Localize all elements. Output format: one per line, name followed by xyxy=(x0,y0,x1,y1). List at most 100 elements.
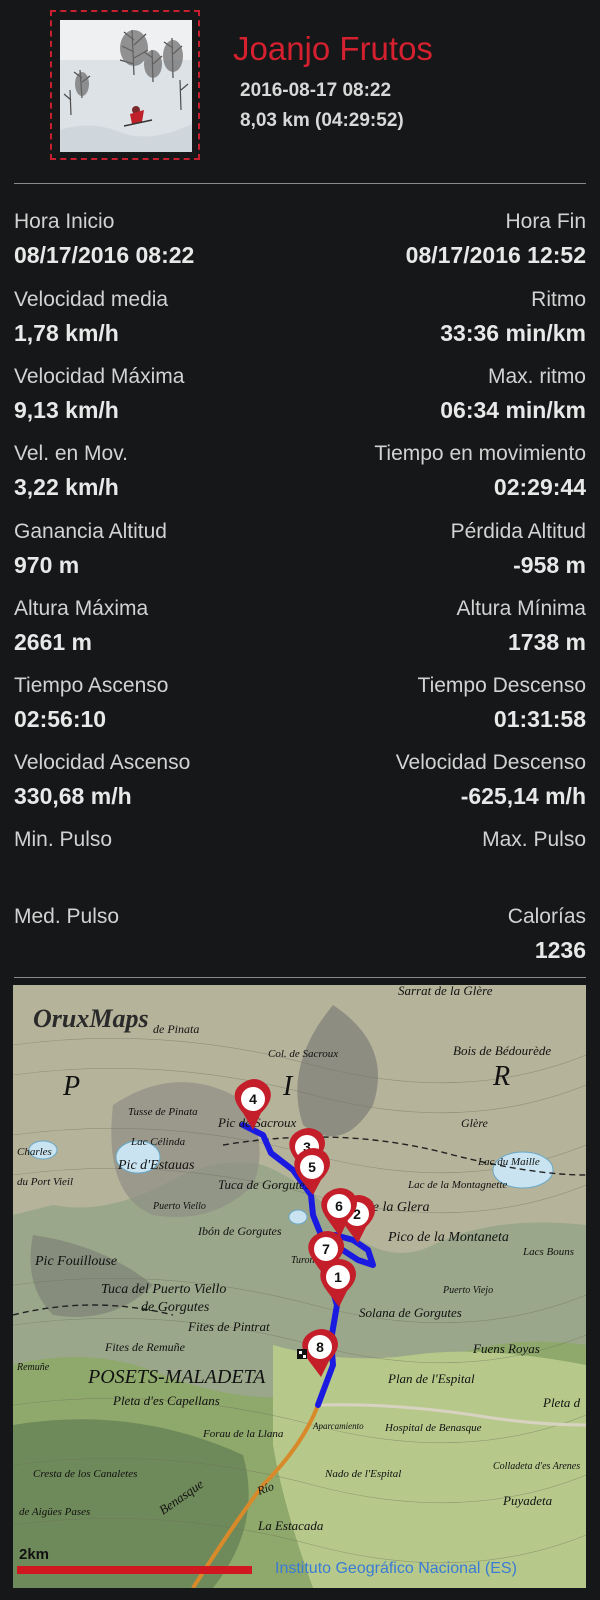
map-label-puerto-viejo: Puerto Viejo xyxy=(442,1285,493,1296)
avatar-frame[interactable] xyxy=(50,10,200,160)
waypoint-label-5: 5 xyxy=(308,1159,316,1175)
moving-speed-value: 3,22 km/h xyxy=(14,474,119,500)
max-speed-value: 9,13 km/h xyxy=(14,397,119,423)
elevation-gain-label: Ganancia Altitud xyxy=(14,520,167,543)
map-label-remune: Remuñe xyxy=(16,1362,50,1373)
waypoint-label-1: 1 xyxy=(334,1269,342,1285)
map-label-bedourede: Bois de Bédourède xyxy=(453,1043,551,1058)
waypoint-label-4: 4 xyxy=(249,1091,257,1107)
header-divider xyxy=(14,183,586,184)
elevation-gain-value: 970 m xyxy=(14,552,80,578)
avg-speed-label: Velocidad media xyxy=(14,288,169,311)
map-label-pinata: de Pinata xyxy=(153,1022,199,1036)
avatar xyxy=(60,20,192,152)
map-label-pic-fouillouse: Pic Fouillouse xyxy=(34,1254,117,1269)
map-brand-logo: OruxMaps xyxy=(33,1004,149,1033)
map-label-cresta: Cresta de los Canaletes xyxy=(33,1468,137,1480)
map-label-r: R xyxy=(492,1061,510,1092)
min-altitude-label: Altura Mínima xyxy=(456,597,586,620)
start-time-value: 08/17/2016 08:22 xyxy=(14,242,195,268)
pace-value: 33:36 min/km xyxy=(440,320,586,346)
moving-speed-label: Vel. en Mov. xyxy=(14,442,129,465)
map-label-sarrat: Sarrat de la Glère xyxy=(398,985,493,998)
max-pace-value: 06:34 min/km xyxy=(440,397,586,423)
map-label-colladeta: Colladeta d'es Arenes xyxy=(493,1461,580,1472)
map-label-nado: Nado de l'Espital xyxy=(324,1468,401,1480)
activity-header: Joanjo Frutos 2016-08-17 08:22 8,03 km (… xyxy=(0,0,600,182)
map-label-de-gorgutes: de Gorgutes xyxy=(141,1300,210,1315)
map-label-puerto-viello: Puerto Viello xyxy=(152,1201,206,1212)
map-label-forau: Forau de la Llana xyxy=(202,1428,284,1440)
elevation-loss-value: -958 m xyxy=(513,552,586,578)
waypoint-label-7: 7 xyxy=(322,1241,330,1257)
map-label-port-vieil: du Port Vieil xyxy=(17,1176,73,1188)
map-label-plan-espital: Plan de l'Espital xyxy=(387,1371,475,1386)
map-label-tusse: Tusse de Pinata xyxy=(128,1106,198,1118)
start-flag-icon xyxy=(297,1349,307,1359)
pace-label: Ritmo xyxy=(531,288,586,311)
waypoint-label-6: 6 xyxy=(335,1198,343,1214)
descent-time-value: 01:31:58 xyxy=(493,706,586,732)
map-attribution[interactable]: Instituto Geográfico Nacional (ES) xyxy=(275,1560,517,1577)
map-canvas: Sarrat de la Glère de Pinata Col. de Sac… xyxy=(13,985,586,1588)
map-label-glere: Glère xyxy=(461,1116,489,1130)
map-label-fites-pintrat: Fites de Pintrat xyxy=(187,1319,270,1334)
descent-speed-value: -625,14 m/h xyxy=(460,783,586,809)
map-label-lac-montagnette: Lac de la Montagnette xyxy=(407,1179,507,1191)
map-label-charles: Charles xyxy=(17,1146,52,1158)
map-label-puyadeta: Puyadeta xyxy=(502,1493,553,1508)
user-name[interactable]: Joanjo Frutos xyxy=(233,30,433,68)
track-map[interactable]: Sarrat de la Glère de Pinata Col. de Sac… xyxy=(13,985,586,1588)
moving-time-value: 02:29:44 xyxy=(493,474,586,500)
end-time-label: Hora Fin xyxy=(505,210,586,233)
map-label-aparcamiento: Aparcamiento xyxy=(312,1421,364,1431)
map-label-celinda: Lac Célinda xyxy=(130,1136,186,1148)
map-label-pleta-capellans: Pleta d'es Capellans xyxy=(112,1393,220,1408)
map-label-fites-remune: Fites de Remuñe xyxy=(104,1340,186,1354)
waypoint-label-8: 8 xyxy=(316,1339,324,1355)
map-label-pleta: Pleta d xyxy=(542,1395,581,1410)
min-pulse-label: Min. Pulso xyxy=(14,828,113,851)
descent-time-label: Tiempo Descenso xyxy=(417,674,586,697)
moving-time-label: Tiempo en movimiento xyxy=(374,442,586,465)
max-pace-label: Max. ritmo xyxy=(487,365,586,388)
map-label-hospital: Hospital de Benasque xyxy=(384,1422,482,1434)
ascent-speed-label: Velocidad Ascenso xyxy=(14,751,191,774)
activity-summary: 8,03 km (04:29:52) xyxy=(240,110,404,131)
map-label-aigues: de Aigües Pases xyxy=(19,1506,90,1518)
ascent-speed-value: 330,68 m/h xyxy=(14,783,132,809)
elevation-loss-label: Pérdida Altitud xyxy=(450,520,586,543)
start-time-label: Hora Inicio xyxy=(14,210,115,233)
map-label-posets: POSETS-MALADETA xyxy=(87,1366,266,1388)
map-label-solana: Solana de Gorgutes xyxy=(359,1305,462,1320)
descent-speed-label: Velocidad Descenso xyxy=(395,751,586,774)
ascent-time-label: Tiempo Ascenso xyxy=(14,674,169,697)
map-label-pic-estauas: Pic d'Estauas xyxy=(117,1158,195,1173)
ascent-time-value: 02:56:10 xyxy=(14,706,107,732)
map-label-i: I xyxy=(282,1071,294,1102)
map-label-tuca-puerto: Tuca del Puerto Viello xyxy=(101,1282,226,1297)
map-label-p: P xyxy=(62,1071,80,1102)
calories-value: 1236 xyxy=(534,937,586,963)
map-divider xyxy=(14,977,586,978)
map-label-ibon: Ibón de Gorgutes xyxy=(197,1224,282,1238)
avg-speed-value: 1,78 km/h xyxy=(14,320,119,346)
map-label-maille: Lac du Maille xyxy=(477,1156,540,1168)
map-scale-label: 2km xyxy=(19,1546,49,1563)
max-altitude-label: Altura Máxima xyxy=(14,597,149,620)
min-altitude-value: 1738 m xyxy=(507,629,586,655)
map-label-estacada: La Estacada xyxy=(257,1518,324,1533)
map-label-col-sacroux: Col. de Sacroux xyxy=(268,1048,338,1060)
activity-datetime: 2016-08-17 08:22 xyxy=(240,80,392,101)
map-label-lacs-bouns: Lacs Bouns xyxy=(522,1246,574,1258)
map-scale-bar xyxy=(17,1566,252,1574)
max-altitude-value: 2661 m xyxy=(14,629,93,655)
end-time-value: 08/17/2016 12:52 xyxy=(405,242,586,268)
max-pulse-label: Max. Pulso xyxy=(482,828,586,851)
skier-photo xyxy=(60,20,192,152)
calories-label: Calorías xyxy=(507,905,586,928)
avg-pulse-label: Med. Pulso xyxy=(14,905,120,928)
max-speed-label: Velocidad Máxima xyxy=(14,365,185,388)
map-label-pico-montaneta: Pico de la Montaneta xyxy=(387,1230,509,1245)
map-label-tuca-gorgutes: Tuca de Gorgutes xyxy=(218,1177,310,1192)
